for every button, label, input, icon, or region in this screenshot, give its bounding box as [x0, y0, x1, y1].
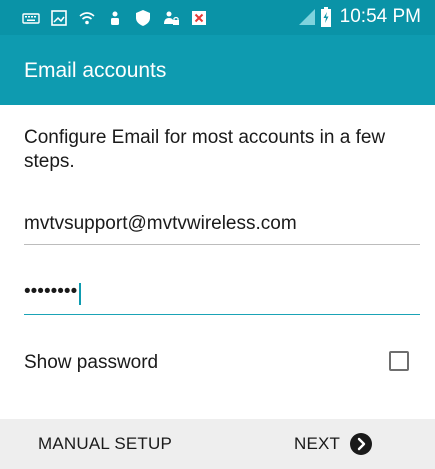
battery-charging-icon — [320, 7, 332, 27]
page-title: Email accounts — [24, 59, 167, 82]
password-masked-value: •••••••• — [24, 281, 78, 302]
status-bar: 10:54 PM — [0, 0, 435, 35]
bottom-action-bar: MANUAL SETUP NEXT — [0, 419, 435, 469]
keyboard-icon — [22, 9, 40, 27]
email-value: mvtvsupport@mvtvwireless.com — [24, 213, 297, 234]
show-password-checkbox[interactable] — [389, 351, 409, 371]
chevron-right-circle-icon — [350, 433, 373, 455]
wifi-icon — [78, 9, 96, 27]
lock-person-icon — [162, 9, 180, 27]
next-label: NEXT — [294, 434, 341, 453]
action-bar: Email accounts — [0, 35, 435, 105]
setup-description: Configure Email for most accounts in a f… — [24, 127, 386, 172]
manual-setup-button[interactable]: MANUAL SETUP — [38, 434, 172, 454]
status-clock: 10:54 PM — [339, 6, 421, 27]
shield-icon — [134, 9, 152, 27]
password-field[interactable]: •••••••• — [24, 274, 420, 315]
status-icons-right: 10:54 PM — [298, 5, 421, 29]
text-cursor — [79, 283, 81, 305]
show-password-label: Show password — [24, 352, 159, 373]
next-button[interactable]: NEXT — [294, 430, 373, 458]
signal-icon — [298, 8, 316, 26]
person-icon — [106, 9, 124, 27]
status-icons-left — [22, 7, 218, 29]
gallery-icon — [50, 9, 68, 27]
email-accounts-screen: 10:54 PM Email accounts Configure Email … — [0, 0, 435, 469]
blocked-notification-icon — [190, 9, 208, 27]
email-field[interactable]: mvtvsupport@mvtvwireless.com — [24, 204, 420, 245]
show-password-row[interactable]: Show password — [0, 334, 435, 390]
